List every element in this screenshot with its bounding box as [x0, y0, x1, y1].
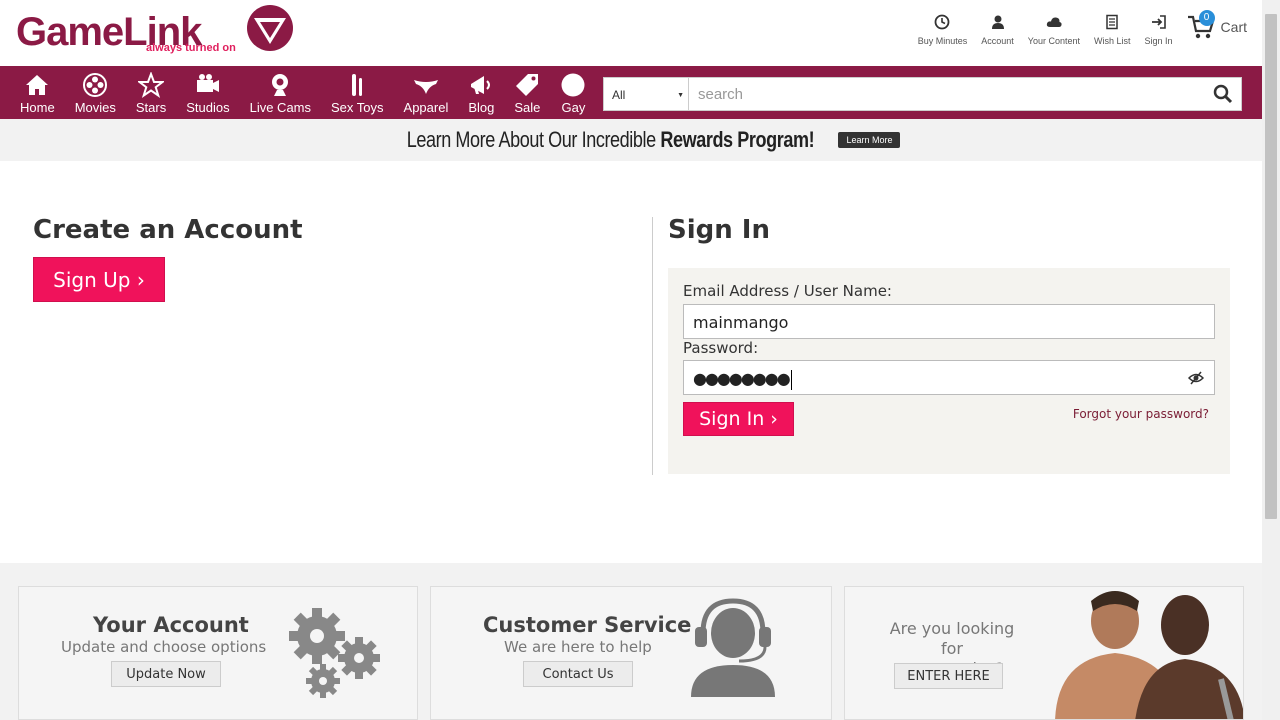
account-link[interactable]: Account [981, 14, 1014, 46]
gears-icon [289, 608, 380, 698]
contact-us-button[interactable]: Contact Us [523, 661, 633, 687]
your-content-label: Your Content [1027, 36, 1080, 46]
customer-service-subtitle: We are here to help [504, 638, 652, 656]
gay-movies-card[interactable]: Are you looking for gay movies? ENTER HE… [844, 586, 1244, 720]
nav-item-stars[interactable]: Stars [126, 72, 176, 115]
customer-service-title: Customer Service [483, 613, 692, 637]
buy-minutes-link[interactable]: Buy Minutes [917, 14, 968, 46]
buy-minutes-label: Buy Minutes [917, 36, 968, 46]
search-category-select[interactable]: All [604, 78, 689, 110]
customer-service-card: Customer Service We are here to help Con… [430, 586, 832, 720]
nav-movies-label: Movies [74, 100, 116, 115]
promo-models-image [1035, 587, 1243, 719]
password-label: Password: [683, 339, 759, 357]
logo-mark-icon [247, 5, 293, 51]
nav-item-sex-toys[interactable]: Sex Toys [321, 72, 394, 115]
search-icon [1213, 84, 1233, 104]
cart-count-badge: 0 [1198, 10, 1215, 26]
forgot-password-link[interactable]: Forgot your password? [1073, 407, 1209, 421]
gay-question-line1: Are you looking for [889, 619, 1015, 658]
nav-menu: Home Movies Stars Studios Live Cams Sex … [10, 72, 596, 115]
password-field[interactable]: ●●●●●●●● [683, 360, 1215, 395]
sign-up-button[interactable]: Sign Up › [33, 257, 165, 302]
your-content-link[interactable]: Your Content [1028, 14, 1080, 46]
nav-sex-toys-label: Sex Toys [331, 100, 384, 115]
megaphone-icon [471, 76, 491, 94]
rewards-banner: Learn More About Our Incredible Rewards … [0, 119, 1262, 161]
email-field[interactable]: mainmango [683, 304, 1215, 339]
sign-in-title: Sign In [668, 215, 770, 245]
learn-more-button[interactable]: Learn More [838, 132, 901, 148]
enter-here-button[interactable]: ENTER HERE [894, 663, 1003, 689]
sign-in-link[interactable]: Sign In [1145, 14, 1173, 46]
text-cursor [790, 369, 792, 390]
nav-gay-label: Gay [561, 100, 586, 115]
home-icon [26, 75, 49, 95]
rewards-text-prefix: Learn More About Our Incredible [406, 127, 660, 152]
create-account-title: Create an Account [33, 215, 303, 245]
underwear-icon [413, 80, 438, 94]
logo-tagline: always turned on [146, 42, 236, 54]
header: GameLink always turned on Buy Minutes Ac… [0, 0, 1262, 66]
cloud-icon [1046, 17, 1062, 27]
scrollbar-thumb[interactable] [1265, 14, 1277, 519]
star-icon [138, 72, 165, 98]
your-account-title: Your Account [93, 613, 249, 637]
cart-button[interactable]: 0 Cart [1187, 10, 1247, 40]
account-label: Account [981, 36, 1014, 46]
email-label: Email Address / User Name: [683, 282, 892, 300]
nav-sale-label: Sale [514, 100, 541, 115]
nav-item-blog[interactable]: Blog [458, 72, 504, 115]
sign-in-icon [1151, 15, 1166, 29]
search-bar: All [603, 77, 1242, 111]
nav-item-sale[interactable]: Sale [504, 72, 550, 115]
nav-item-movies[interactable]: Movies [65, 72, 126, 115]
rewards-text-bold: Rewards Program! [659, 127, 814, 152]
update-now-button[interactable]: Update Now [111, 661, 221, 687]
nav-stars-label: Stars [135, 100, 167, 115]
hide-password-icon[interactable] [1188, 370, 1204, 386]
page-scrollbar[interactable] [1262, 0, 1280, 720]
circle-icon [561, 73, 585, 97]
nav-studios-label: Studios [186, 100, 230, 115]
sign-in-button[interactable]: Sign In › [683, 402, 794, 436]
your-account-card: Your Account Update and choose options U… [18, 586, 418, 720]
user-icon [991, 15, 1004, 29]
clock-icon [935, 14, 950, 30]
tag-icon [516, 74, 539, 96]
webcam-icon [272, 74, 289, 96]
sign-in-label: Sign In [1144, 36, 1173, 46]
column-divider [652, 217, 653, 475]
sign-in-form: Email Address / User Name: mainmango Pas… [668, 268, 1230, 474]
account-links: Buy Minutes Account Your Content Wish Li… [904, 10, 1247, 46]
camera-icon [196, 74, 219, 92]
rewards-text: Learn More About Our Incredible Rewards … [406, 127, 814, 153]
nav-item-home[interactable]: Home [10, 72, 65, 115]
nav-apparel-label: Apparel [403, 100, 449, 115]
password-value: ●●●●●●●● [693, 369, 791, 388]
site-logo[interactable]: GameLink always turned on [16, 4, 296, 60]
search-button[interactable] [1205, 78, 1241, 110]
cart-label: Cart [1220, 19, 1247, 35]
search-input[interactable] [689, 78, 1205, 110]
nav-item-gay[interactable]: Gay [550, 72, 596, 115]
nav-item-apparel[interactable]: Apparel [394, 72, 459, 115]
main-navbar: Home Movies Stars Studios Live Cams Sex … [0, 66, 1262, 119]
toys-icon [352, 74, 363, 96]
list-icon [1106, 14, 1118, 30]
wish-list-link[interactable]: Wish List [1094, 14, 1131, 46]
nav-item-live-cams[interactable]: Live Cams [240, 72, 321, 115]
film-reel-icon [83, 73, 108, 97]
nav-item-studios[interactable]: Studios [176, 72, 239, 115]
your-account-subtitle: Update and choose options [61, 638, 267, 656]
support-agent-icon [691, 598, 775, 697]
nav-blog-label: Blog [468, 100, 495, 115]
nav-live-cams-label: Live Cams [249, 100, 312, 115]
nav-home-label: Home [20, 100, 55, 115]
wish-list-label: Wish List [1094, 36, 1131, 46]
